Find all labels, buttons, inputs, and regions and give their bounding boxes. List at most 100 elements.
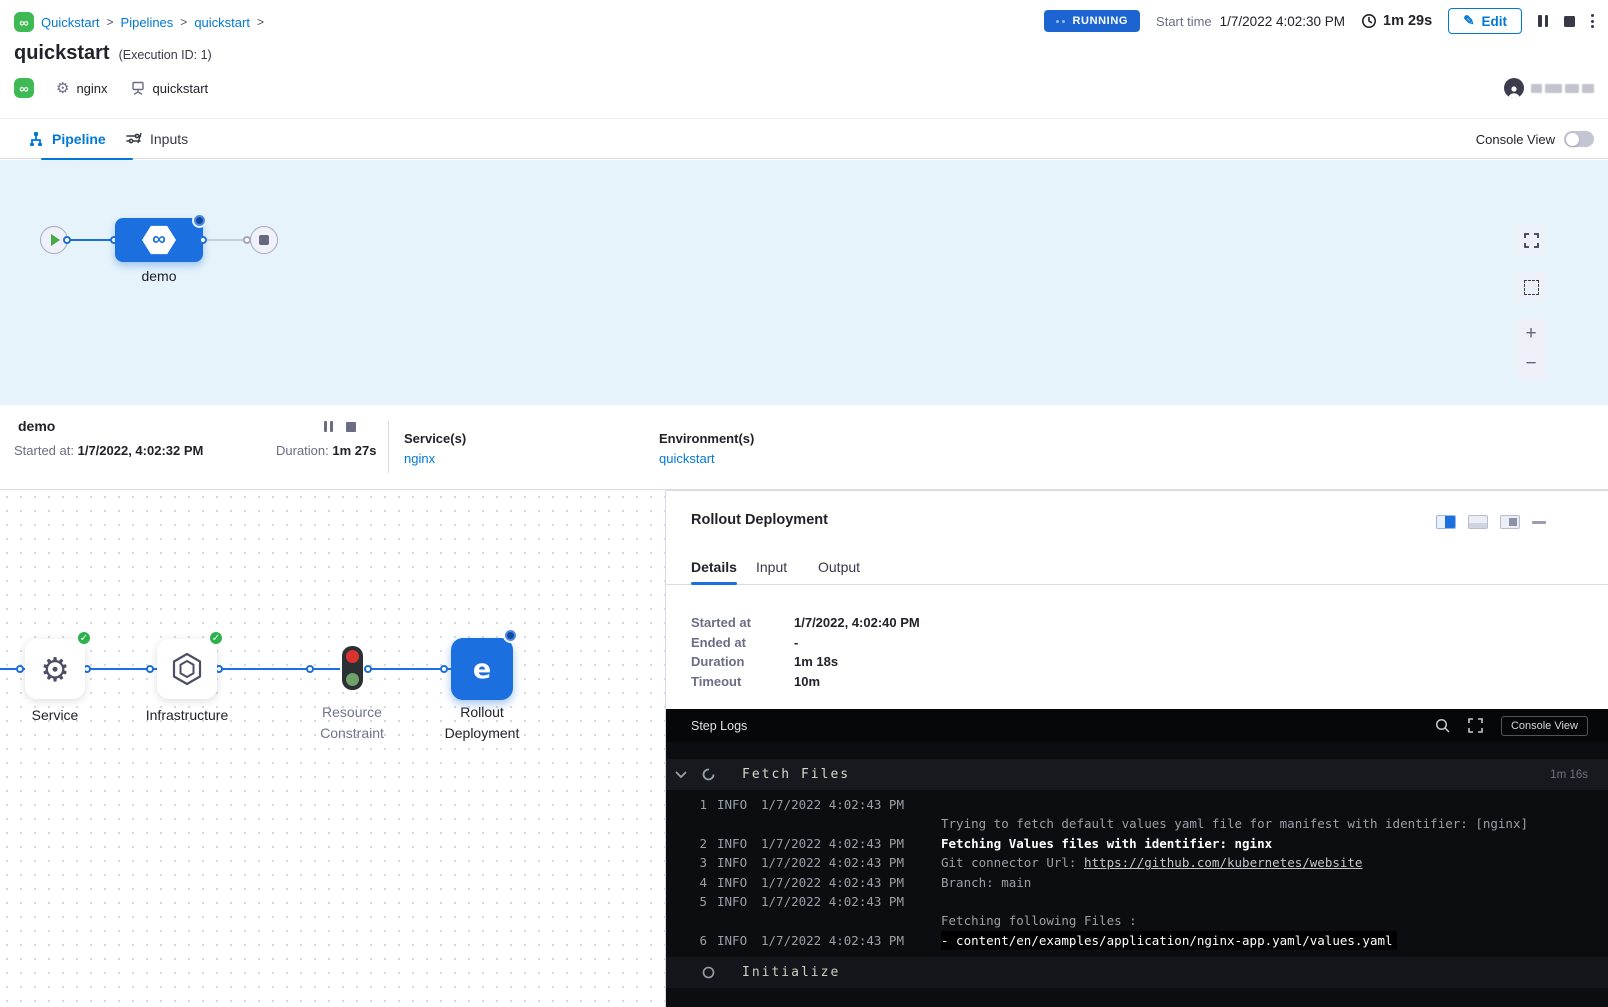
edge-dot (16, 665, 24, 673)
log-line-number: 5 (691, 892, 707, 911)
layout-right-split-button[interactable] (1436, 515, 1456, 529)
layout-right-panel-button[interactable] (1500, 515, 1520, 529)
elapsed-time: 1m 29s (1361, 13, 1432, 29)
pipeline-stage-canvas[interactable]: ∞ demo + − (0, 160, 1608, 405)
console-view-toggle[interactable] (1564, 131, 1594, 147)
user-avatar-row (1504, 78, 1594, 98)
person-icon (1507, 85, 1521, 98)
log-section-fetch-files[interactable]: Fetch Files 1m 16s (666, 759, 1608, 790)
avatar[interactable] (1504, 78, 1524, 98)
log-line-number: 3 (691, 853, 707, 872)
tab-output[interactable]: Output (818, 549, 860, 584)
step-logs-actions: Console View (1435, 716, 1588, 736)
layout-bottom-button[interactable] (1468, 515, 1488, 529)
expand-logs-icon[interactable] (1468, 718, 1483, 733)
breadcrumb-pipeline-name[interactable]: quickstart (194, 15, 250, 30)
environment-icon (130, 80, 146, 96)
success-check-icon: ✓ (208, 630, 224, 646)
breadcrumb-separator: > (107, 15, 114, 29)
log-line: 4INFO1/7/2022 4:02:43 PMBranch: main (666, 873, 1608, 892)
tab-details[interactable]: Details (691, 549, 737, 584)
step-detail-title: Rollout Deployment (691, 512, 828, 528)
step-detail-panel: Rollout Deployment Details Input Output … (665, 490, 1608, 1007)
minimize-panel-button[interactable] (1532, 521, 1546, 524)
stage-label: demo (115, 268, 203, 284)
detail-row-timeout: Timeout 10m (691, 672, 920, 692)
console-view-button[interactable]: Console View (1501, 716, 1588, 736)
marquee-select-button[interactable] (1516, 272, 1546, 302)
more-options-button[interactable] (1591, 14, 1594, 28)
tab-input[interactable]: Input (756, 549, 787, 584)
traffic-light-red-icon (346, 650, 359, 663)
stage-stop-button[interactable] (346, 421, 356, 432)
tab-inputs[interactable]: Inputs (125, 119, 188, 159)
stage-pause-button[interactable] (324, 421, 333, 432)
log-lines: 1INFO1/7/2022 4:02:43 PMTrying to fetch … (666, 795, 1608, 950)
step-node-infrastructure[interactable] (157, 639, 217, 699)
breadcrumb-separator: > (180, 15, 187, 29)
log-message: Git connector Url: https://github.com/ku… (941, 853, 1608, 872)
step-execution-canvas[interactable]: ⚙ ✓ Service ✓ Infrastructure Resource Co… (0, 490, 665, 1007)
log-line: 5 INFO 1/7/2022 4:02:43 PM (666, 892, 1608, 911)
edit-button[interactable]: ✎ Edit (1448, 8, 1522, 34)
console-view-label: Console View (1476, 132, 1555, 147)
step-node-service[interactable]: ⚙ (25, 639, 85, 699)
environment-link[interactable]: quickstart (659, 451, 754, 466)
pause-execution-button[interactable] (1538, 15, 1548, 27)
start-time-label: Start time (1156, 14, 1212, 29)
log-link[interactable]: https://github.com/kubernetes/website (1084, 855, 1362, 870)
pipeline-end-node[interactable] (250, 226, 278, 254)
step-label-service: Service (5, 705, 105, 726)
log-line: Trying to fetch default values yaml file… (666, 814, 1608, 833)
edge-dot (63, 236, 71, 244)
zoom-out-button[interactable]: − (1525, 349, 1536, 379)
breadcrumb-separator: > (257, 15, 264, 29)
zoom-in-button[interactable]: + (1525, 319, 1536, 349)
harness-cd-logo-icon: ∞ (14, 12, 34, 32)
log-line-number: 2 (691, 834, 707, 853)
clock-icon (1361, 13, 1377, 29)
service-tag[interactable]: ⚙ nginx (56, 81, 108, 96)
stop-execution-button[interactable] (1564, 16, 1575, 27)
log-timestamp: 1/7/2022 4:02:43 PM (761, 892, 931, 911)
service-link[interactable]: nginx (404, 451, 466, 466)
cd-stage-icon: ∞ (142, 225, 176, 255)
step-node-resource-constraint[interactable] (342, 646, 363, 690)
play-icon (51, 234, 60, 246)
log-message (941, 795, 1608, 814)
pencil-icon: ✎ (1463, 13, 1474, 29)
section-spinner-icon (702, 768, 715, 781)
log-timestamp: 1/7/2022 4:02:43 PM (761, 795, 931, 814)
detail-row-duration: Duration 1m 18s (691, 652, 920, 672)
traffic-light-green-icon (346, 673, 359, 686)
fullscreen-button[interactable] (1516, 225, 1546, 255)
inputs-icon (125, 131, 142, 147)
stage-environments: Environment(s) quickstart (659, 431, 754, 466)
log-level: INFO (717, 795, 751, 814)
step-label-rollout-deployment: Rollout Deployment (422, 702, 542, 744)
log-message: Fetching Values files with identifier: n… (941, 834, 1608, 853)
log-timestamp: 1/7/2022 4:02:43 PM (761, 853, 931, 872)
log-message: Trying to fetch default values yaml file… (941, 814, 1608, 833)
breadcrumb-pipelines[interactable]: Pipelines (121, 15, 174, 30)
log-line-number (691, 814, 707, 833)
log-level: INFO (717, 892, 751, 911)
step-node-rollout-deployment[interactable]: e (451, 638, 513, 700)
log-line: 6INFO1/7/2022 4:02:43 PM- content/en/exa… (666, 931, 1608, 950)
breadcrumb-project[interactable]: Quickstart (41, 15, 100, 30)
section-name: Initialize (742, 965, 840, 980)
stage-started-at: Started at: 1/7/2022, 4:02:32 PM (14, 443, 203, 458)
execution-status-row: RUNNING Start time 1/7/2022 4:02:30 PM 1… (1044, 8, 1594, 34)
step-logs-panel: Step Logs Console View Fetch Files 1m 16… (666, 709, 1608, 1007)
environment-tag[interactable]: quickstart (130, 80, 209, 96)
step-detail-tabs: Details Input Output (666, 549, 1608, 585)
edge (365, 668, 451, 670)
pipeline-icon (28, 131, 44, 147)
search-icon[interactable] (1435, 718, 1450, 733)
log-section-initialize[interactable]: Initialize (666, 957, 1608, 988)
tab-pipeline[interactable]: Pipeline (28, 119, 106, 159)
log-level: INFO (717, 873, 751, 892)
stage-running-spinner-icon (194, 215, 205, 226)
log-level: INFO (717, 853, 751, 872)
stage-node-demo[interactable]: ∞ (115, 218, 203, 262)
